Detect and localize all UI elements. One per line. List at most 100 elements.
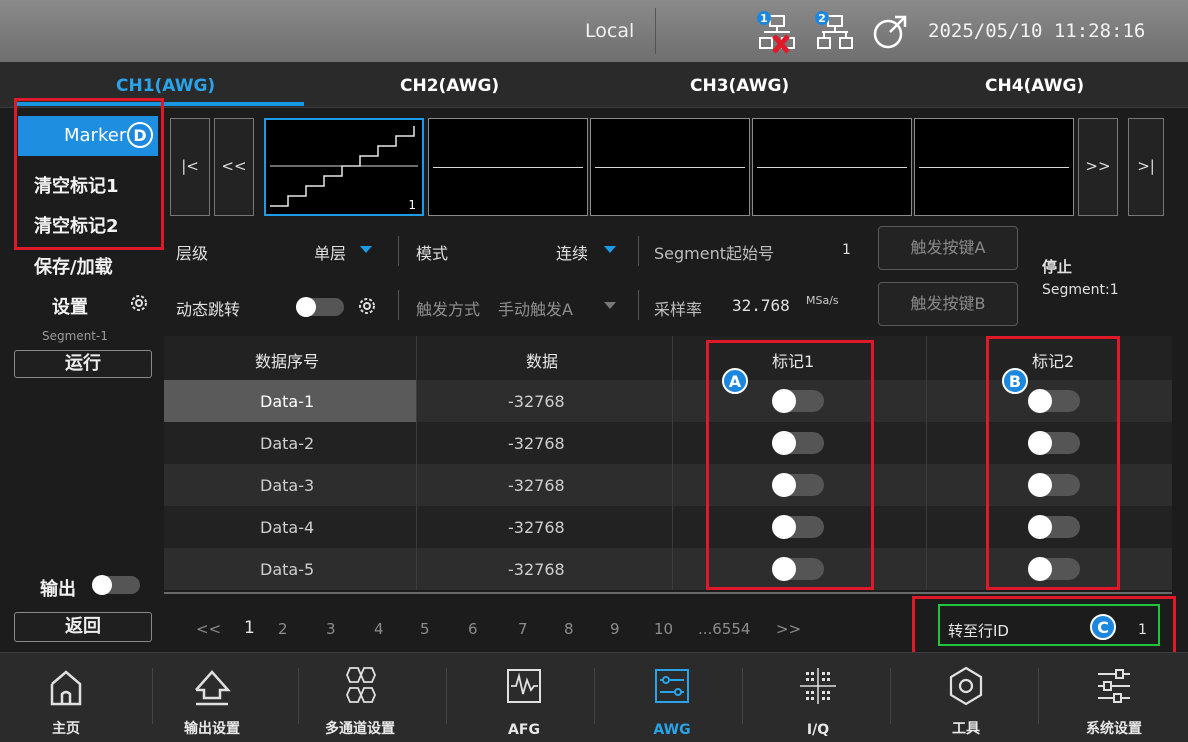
mode-select[interactable]: 连续 bbox=[556, 240, 588, 264]
nav-multichannel[interactable]: 多通道设置 bbox=[300, 652, 420, 742]
back-button[interactable]: 返回 bbox=[14, 612, 152, 642]
external-link-icon[interactable] bbox=[870, 10, 910, 54]
first-segment-button[interactable]: |< bbox=[170, 118, 210, 216]
home-icon bbox=[50, 670, 82, 706]
column-header-index: 数据序号 bbox=[255, 352, 320, 371]
divider bbox=[298, 668, 299, 724]
column-header-data: 数据 bbox=[526, 352, 559, 371]
tab-ch2[interactable]: CH2(AWG) bbox=[400, 76, 499, 96]
page-1[interactable]: 1 bbox=[244, 618, 255, 638]
callout-a: A bbox=[722, 368, 748, 394]
dynamic-jump-label: 动态跳转 bbox=[176, 300, 241, 319]
nav-tools-label: 工具 bbox=[952, 721, 980, 737]
afg-waveform-icon bbox=[507, 669, 541, 703]
page-8[interactable]: 8 bbox=[564, 620, 574, 638]
toggle-knob bbox=[92, 575, 112, 595]
row-value[interactable]: -32768 bbox=[508, 434, 565, 453]
chevron-down-icon bbox=[360, 246, 372, 253]
tools-icon bbox=[949, 666, 983, 706]
output-label: 输出 bbox=[40, 579, 76, 600]
prev-segment-button[interactable]: << bbox=[214, 118, 254, 216]
level-label: 层级 bbox=[176, 244, 209, 263]
segment-state: Segment:1 bbox=[1042, 282, 1119, 298]
menu-settings[interactable]: 设置 bbox=[52, 293, 88, 319]
tab-ch3[interactable]: CH3(AWG) bbox=[690, 76, 789, 96]
page-next[interactable]: >> bbox=[776, 620, 801, 638]
segment-start-label: Segment起始号 bbox=[654, 244, 775, 263]
nav-afg[interactable]: AFG bbox=[464, 652, 584, 742]
next-segment-button[interactable]: >> bbox=[1078, 118, 1118, 216]
row-value[interactable]: -32768 bbox=[508, 560, 565, 579]
sample-rate-label: 采样率 bbox=[654, 300, 703, 319]
segment-thumbnail-4[interactable] bbox=[752, 118, 912, 216]
page-10[interactable]: 10 bbox=[654, 620, 673, 638]
thumbnail-index: 1 bbox=[408, 198, 416, 212]
page-last[interactable]: ...6554 bbox=[698, 620, 750, 638]
nav-output-settings-label: 输出设置 bbox=[184, 721, 240, 737]
run-state: 停止 bbox=[1042, 258, 1073, 276]
divider bbox=[742, 668, 743, 724]
dynamic-jump-toggle[interactable] bbox=[296, 297, 344, 317]
chevron-down-icon bbox=[604, 302, 616, 309]
network-1-disconnected-icon[interactable]: 1 bbox=[756, 10, 802, 54]
page-2[interactable]: 2 bbox=[278, 620, 288, 638]
page-6[interactable]: 6 bbox=[468, 620, 478, 638]
nav-awg[interactable]: AWG bbox=[612, 652, 732, 742]
network-2-icon[interactable]: 2 bbox=[814, 10, 860, 54]
status-bar: Local 1 2 2025/05/10 11:28:16 bbox=[0, 0, 1188, 62]
tab-ch4[interactable]: CH4(AWG) bbox=[985, 76, 1084, 96]
divider bbox=[638, 236, 639, 266]
row-index: Data-4 bbox=[260, 518, 315, 537]
trigger-mode-select[interactable]: 手动触发A bbox=[498, 296, 573, 320]
row-value[interactable]: -32768 bbox=[508, 518, 565, 537]
last-segment-button[interactable]: >| bbox=[1128, 118, 1164, 216]
sample-rate-unit: MSa/s bbox=[806, 294, 839, 307]
divider bbox=[446, 668, 447, 724]
trigger-a-button[interactable]: 触发按键A bbox=[878, 226, 1018, 270]
nav-home-label: 主页 bbox=[52, 721, 80, 737]
network-2-badge: 2 bbox=[818, 12, 826, 25]
staircase-waveform bbox=[270, 126, 418, 207]
page-5[interactable]: 5 bbox=[420, 620, 430, 638]
page-3[interactable]: 3 bbox=[326, 620, 336, 638]
tab-ch1[interactable]: CH1(AWG) bbox=[116, 76, 215, 96]
run-button[interactable]: 运行 bbox=[14, 350, 152, 378]
sample-rate-value[interactable]: 32.768 bbox=[732, 296, 790, 315]
row-value[interactable]: -32768 bbox=[508, 392, 565, 411]
trigger-mode-label: 触发方式 bbox=[416, 300, 481, 319]
mode-label: 模式 bbox=[416, 244, 449, 263]
page-prev[interactable]: << bbox=[196, 620, 221, 638]
gear-icon[interactable] bbox=[128, 292, 150, 314]
nav-system-settings[interactable]: 系统设置 bbox=[1054, 652, 1174, 742]
trigger-b-button[interactable]: 触发按键B bbox=[878, 282, 1018, 326]
grid-line bbox=[416, 336, 417, 590]
nav-home[interactable]: 主页 bbox=[6, 652, 126, 742]
row-index: Data-1 bbox=[260, 392, 315, 411]
grid-line bbox=[926, 336, 927, 590]
segment-thumbnail-1[interactable]: 1 bbox=[264, 118, 424, 216]
segment-label: Segment-1 bbox=[42, 329, 108, 343]
datetime: 2025/05/10 11:28:16 bbox=[928, 20, 1146, 42]
segment-thumbnail-3[interactable] bbox=[590, 118, 750, 216]
nav-output-settings[interactable]: 输出设置 bbox=[152, 652, 272, 742]
segment-thumbnail-2[interactable] bbox=[428, 118, 588, 216]
page-9[interactable]: 9 bbox=[610, 620, 620, 638]
row-value[interactable]: -32768 bbox=[508, 476, 565, 495]
mode-indicator: Local bbox=[585, 20, 635, 42]
nav-tools[interactable]: 工具 bbox=[906, 652, 1026, 742]
nav-iq[interactable]: I/Q bbox=[758, 652, 878, 742]
segment-thumbnail-5[interactable] bbox=[914, 118, 1074, 216]
goto-row-value[interactable]: 1 bbox=[1138, 622, 1147, 638]
level-select[interactable]: 单层 bbox=[314, 240, 346, 264]
awg-icon bbox=[655, 669, 689, 703]
segment-start-value[interactable]: 1 bbox=[842, 242, 851, 258]
menu-save-load[interactable]: 保存/加载 bbox=[34, 253, 113, 279]
divider bbox=[398, 290, 399, 320]
row-index: Data-3 bbox=[260, 476, 315, 495]
divider bbox=[594, 668, 595, 724]
gear-icon[interactable] bbox=[356, 295, 378, 317]
output-toggle[interactable] bbox=[92, 575, 140, 595]
page-4[interactable]: 4 bbox=[374, 620, 384, 638]
row-index: Data-5 bbox=[260, 560, 315, 579]
page-7[interactable]: 7 bbox=[518, 620, 528, 638]
